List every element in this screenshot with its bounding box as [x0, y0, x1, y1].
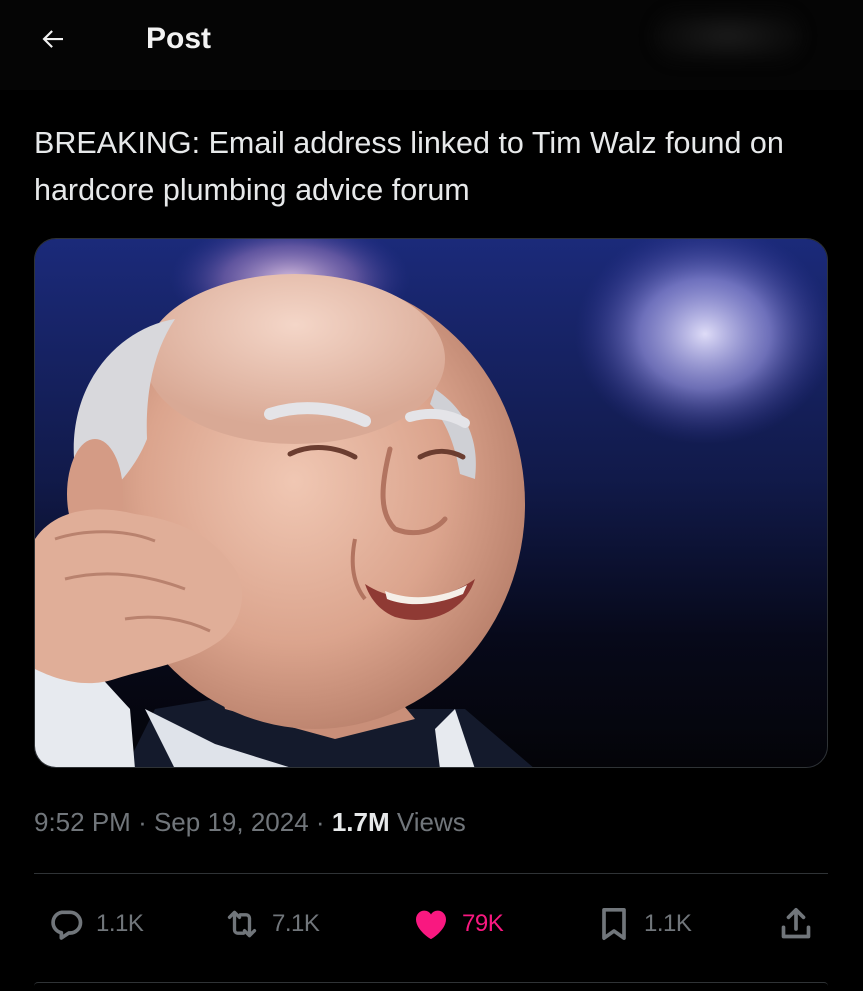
reply-icon	[51, 910, 83, 940]
page-title: Post	[146, 22, 212, 55]
back-button[interactable]	[36, 22, 70, 56]
post-metadata: 9:52 PM · Sep 19, 2024 · 1.7M Views	[34, 805, 466, 839]
bookmark-count: 1.1K	[644, 910, 692, 937]
top-bar: Post	[0, 0, 863, 90]
like-button[interactable]: 79K	[410, 900, 504, 948]
meta-separator: ·	[315, 807, 325, 837]
bookmark-icon	[602, 908, 626, 940]
repost-icon	[227, 910, 257, 938]
arrow-left-icon	[42, 30, 63, 48]
portrait-photo	[35, 239, 827, 767]
post-text: BREAKING: Email address linked to Tim Wa…	[34, 126, 784, 207]
views-label: Views	[396, 807, 466, 837]
heart-icon	[416, 910, 446, 939]
like-count: 79K	[462, 910, 504, 937]
post-time: 9:52 PM	[34, 807, 131, 837]
action-bar: 1.1K 7.1K 79K 1.1K	[0, 900, 863, 948]
share-icon	[781, 908, 811, 939]
share-button[interactable]	[776, 900, 816, 948]
repost-button[interactable]: 7.1K	[222, 900, 320, 948]
meta-separator: ·	[138, 807, 147, 837]
blurred-region	[653, 10, 803, 62]
repost-count: 7.1K	[272, 910, 320, 937]
post-image[interactable]	[34, 238, 828, 768]
reply-button[interactable]: 1.1K	[46, 900, 144, 948]
reply-count: 1.1K	[96, 910, 144, 937]
post-date[interactable]: Sep 19, 2024	[154, 807, 309, 837]
bookmark-button[interactable]: 1.1K	[594, 900, 692, 948]
views-count[interactable]: 1.7M	[332, 807, 390, 837]
divider	[34, 873, 828, 874]
